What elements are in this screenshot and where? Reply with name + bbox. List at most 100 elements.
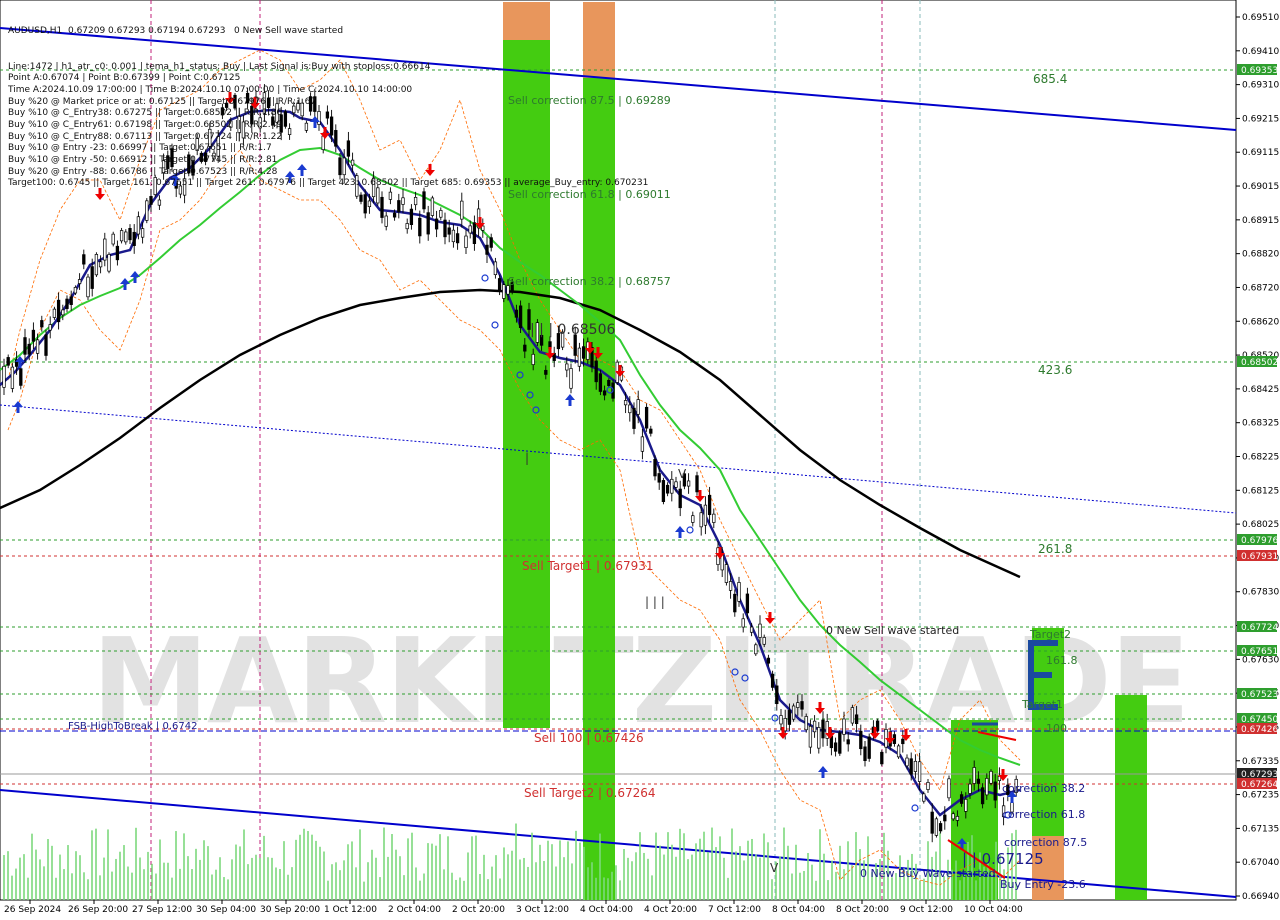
candle-body xyxy=(989,770,993,784)
candle-body xyxy=(380,196,384,218)
new-sell-wave-label: 0 New Sell wave started xyxy=(826,624,959,637)
candle-body xyxy=(636,399,640,415)
candle-body xyxy=(367,200,372,208)
candle-body xyxy=(497,278,502,292)
candle-body xyxy=(426,212,430,235)
v-mark-2: V xyxy=(770,861,779,875)
candle-body xyxy=(712,513,716,523)
info-lines: Line:1472 | h1_atr_c0: 0.001 | tema_h1_s… xyxy=(8,61,648,189)
candle-body xyxy=(670,478,674,494)
price-tag-label: 0.67426 xyxy=(1241,725,1278,735)
candle-body xyxy=(460,200,464,220)
candle-body xyxy=(468,225,472,234)
info-line: Buy %20 @ Entry -88: 0.66786 || Target:0… xyxy=(8,166,278,177)
candle-body xyxy=(145,200,149,221)
candle-body xyxy=(770,673,775,688)
candle-body xyxy=(741,618,745,628)
candle-body xyxy=(833,742,838,752)
candle-body xyxy=(943,814,947,822)
candle-body xyxy=(665,484,670,494)
point-c-label: | | 0.67125 xyxy=(962,850,1044,868)
candle-body xyxy=(518,305,523,329)
candle-body xyxy=(149,196,153,205)
candle-body xyxy=(455,233,460,244)
info-line: Buy %10 @ Entry -23: 0.66997 || Target:0… xyxy=(8,143,272,154)
candle-body xyxy=(124,231,128,243)
candle-body xyxy=(653,459,657,477)
price-tag-label: 0.67264 xyxy=(1241,780,1278,790)
price-tick-label: 0.69510 xyxy=(1242,13,1279,23)
price-tick-label: 0.68915 xyxy=(1242,216,1279,226)
candle-body xyxy=(405,223,409,230)
candle-body xyxy=(800,701,804,710)
candle-body xyxy=(901,738,905,745)
candle-body xyxy=(602,390,607,396)
candle-body xyxy=(947,778,951,799)
candle-body xyxy=(430,197,435,216)
candle-body xyxy=(980,787,985,805)
candle-body xyxy=(766,657,771,664)
candle-body xyxy=(514,309,519,318)
time-tick-label: 26 Sep 2024 xyxy=(4,905,61,915)
candle-body xyxy=(6,357,10,366)
time-tick-label: 8 Oct 04:00 xyxy=(772,905,825,915)
candle-body xyxy=(875,720,880,731)
candle-body xyxy=(401,197,405,205)
candle-body xyxy=(31,329,36,342)
candle-body xyxy=(90,266,94,289)
candle-body xyxy=(661,480,666,503)
candle-body xyxy=(581,346,586,359)
price-tick-label: 0.68025 xyxy=(1242,520,1279,530)
candle-body xyxy=(779,715,783,725)
candle-body xyxy=(917,761,922,782)
candle-body xyxy=(27,343,31,355)
candle-body xyxy=(896,745,901,758)
candle-body xyxy=(737,582,741,602)
price-tick-label: 0.69410 xyxy=(1242,47,1279,57)
correction-875-label: correction 87.5 xyxy=(1004,836,1087,849)
candle-body xyxy=(758,623,762,638)
candle-body xyxy=(913,760,918,772)
candle-body xyxy=(434,218,439,230)
candle-body xyxy=(397,200,401,213)
level-685: 685.4 xyxy=(1033,72,1067,86)
time-tick-label: 10 Oct 04:00 xyxy=(964,905,1023,915)
candle-body xyxy=(628,404,632,414)
candle-body xyxy=(103,238,107,261)
candle-body xyxy=(359,194,363,202)
time-tick-label: 9 Oct 12:00 xyxy=(900,905,953,915)
candle-body xyxy=(674,481,678,488)
time-tick-label: 8 Oct 20:00 xyxy=(836,905,889,915)
candle-body xyxy=(922,793,926,802)
price-tick-label: 0.68620 xyxy=(1242,317,1279,327)
candle-body xyxy=(111,233,115,245)
candle-body xyxy=(657,473,661,483)
candle-body xyxy=(140,228,145,238)
candle-body xyxy=(107,254,111,272)
info-line: Line:1472 | h1_atr_c0: 0.001 | tema_h1_s… xyxy=(8,61,431,72)
candle-body xyxy=(791,705,796,720)
candle-body xyxy=(69,296,73,305)
candle-body xyxy=(439,210,443,218)
price-tick-label: 0.68425 xyxy=(1242,385,1279,395)
correction-618-label: correction 61.8 xyxy=(1002,808,1085,821)
price-tag-label: 0.69353 xyxy=(1241,66,1278,76)
candle-body xyxy=(846,739,850,745)
time-axis: 26 Sep 2024 26 Sep 20:00 27 Sep 12:00 30 Se… xyxy=(4,900,1023,915)
point-b-label: | | | 0.68506 xyxy=(530,322,615,338)
info-line: Buy %10 @ Entry -50: 0.66912 || Target:0… xyxy=(8,155,278,165)
buy-zone-green-3 xyxy=(1115,695,1147,900)
candle-body xyxy=(136,216,141,235)
price-axis: 0.69510 0.69410 0.69310 0.69215 0.69115 0.690… xyxy=(1236,13,1279,902)
fsb-label: FSB-HighToBreak | 0.6742 xyxy=(68,721,197,732)
sell-100-label: Sell 100 | 0.67426 xyxy=(534,731,644,745)
watermark: MARKETZITRADE xyxy=(92,612,1189,750)
time-tick-label: 4 Oct 20:00 xyxy=(644,905,697,915)
price-tick-label: 0.67135 xyxy=(1242,824,1279,834)
time-tick-label: 27 Sep 12:00 xyxy=(132,905,192,915)
candle-body xyxy=(56,299,61,323)
candle-body xyxy=(976,778,981,784)
candle-body xyxy=(157,199,162,206)
price-tag-label: 0.67523 xyxy=(1241,690,1278,700)
candle-body xyxy=(607,379,611,386)
